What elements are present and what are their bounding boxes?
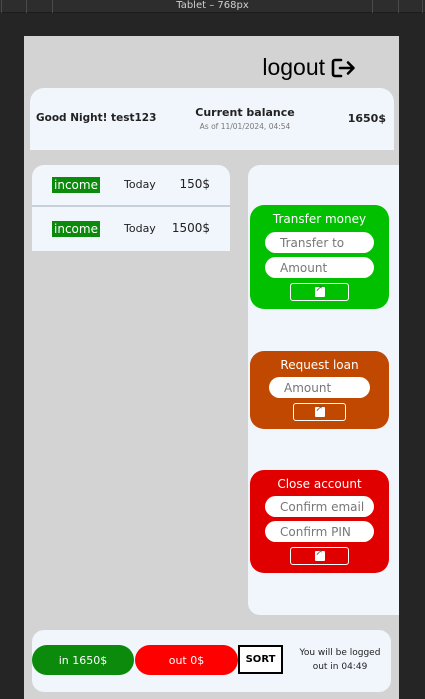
movement-type-badge: income bbox=[52, 177, 100, 193]
movement-date: Today bbox=[124, 178, 156, 191]
logout-timer: You will be logged out in 04:49 bbox=[299, 648, 381, 672]
submit-arrow-icon bbox=[314, 548, 325, 561]
submit-arrow-icon bbox=[314, 284, 325, 297]
income-total: in 1650$ bbox=[32, 645, 134, 675]
frame-divider bbox=[398, 0, 399, 13]
movement-row: income Today 1500$ bbox=[32, 209, 230, 251]
submit-arrow-icon bbox=[314, 404, 325, 417]
close-account-title: Close account bbox=[277, 477, 362, 491]
transfer-to-input[interactable] bbox=[265, 232, 374, 253]
welcome-message: Good Night! test123 bbox=[36, 112, 157, 124]
confirm-pin-input[interactable] bbox=[265, 521, 374, 542]
logout-button[interactable]: logout bbox=[262, 54, 357, 81]
balance-value: 1650$ bbox=[347, 112, 386, 125]
outgoing-total: out 0$ bbox=[135, 645, 238, 675]
frame-divider bbox=[372, 0, 373, 13]
movement-date: Today bbox=[124, 222, 156, 235]
loan-amount-input[interactable] bbox=[269, 377, 370, 398]
movements-list: income Today 150$ income Today 1500$ bbox=[32, 165, 230, 251]
balance-label: Current balance bbox=[195, 106, 295, 119]
confirm-email-input[interactable] bbox=[265, 496, 374, 517]
balance-date: As of 11/01/2024, 04:54 bbox=[199, 122, 291, 131]
loan-submit-button[interactable] bbox=[293, 403, 346, 421]
logout-icon bbox=[331, 58, 355, 77]
movement-amount: 1500$ bbox=[171, 221, 210, 235]
operations-panel: Transfer money Request loan Close accoun… bbox=[248, 165, 399, 615]
transfer-title: Transfer money bbox=[272, 212, 367, 226]
transfer-amount-input[interactable] bbox=[265, 257, 374, 278]
logout-label: logout bbox=[262, 54, 325, 80]
editor-frame-bar: Tablet – 768px bbox=[0, 0, 425, 13]
loan-title: Request loan bbox=[280, 358, 359, 372]
frame-title: Tablet – 768px bbox=[176, 0, 249, 11]
transfer-form: Transfer money bbox=[250, 205, 389, 309]
movement-row: income Today 150$ bbox=[32, 165, 230, 207]
close-account-submit-button[interactable] bbox=[290, 547, 349, 565]
movement-amount: 150$ bbox=[179, 177, 210, 191]
loan-form: Request loan bbox=[250, 351, 389, 429]
app-viewport: logout Good Night! test123 Current balan… bbox=[24, 36, 399, 699]
close-account-form: Close account bbox=[250, 470, 389, 573]
movement-type-badge: income bbox=[52, 221, 100, 237]
summary-footer: in 1650$ out 0$ SORT You will be logged … bbox=[32, 630, 391, 692]
sort-button[interactable]: SORT bbox=[238, 645, 283, 674]
transfer-submit-button[interactable] bbox=[290, 283, 349, 301]
frame-edge-right bbox=[422, 0, 423, 13]
balance-summary: Good Night! test123 Current balance As o… bbox=[30, 88, 394, 150]
